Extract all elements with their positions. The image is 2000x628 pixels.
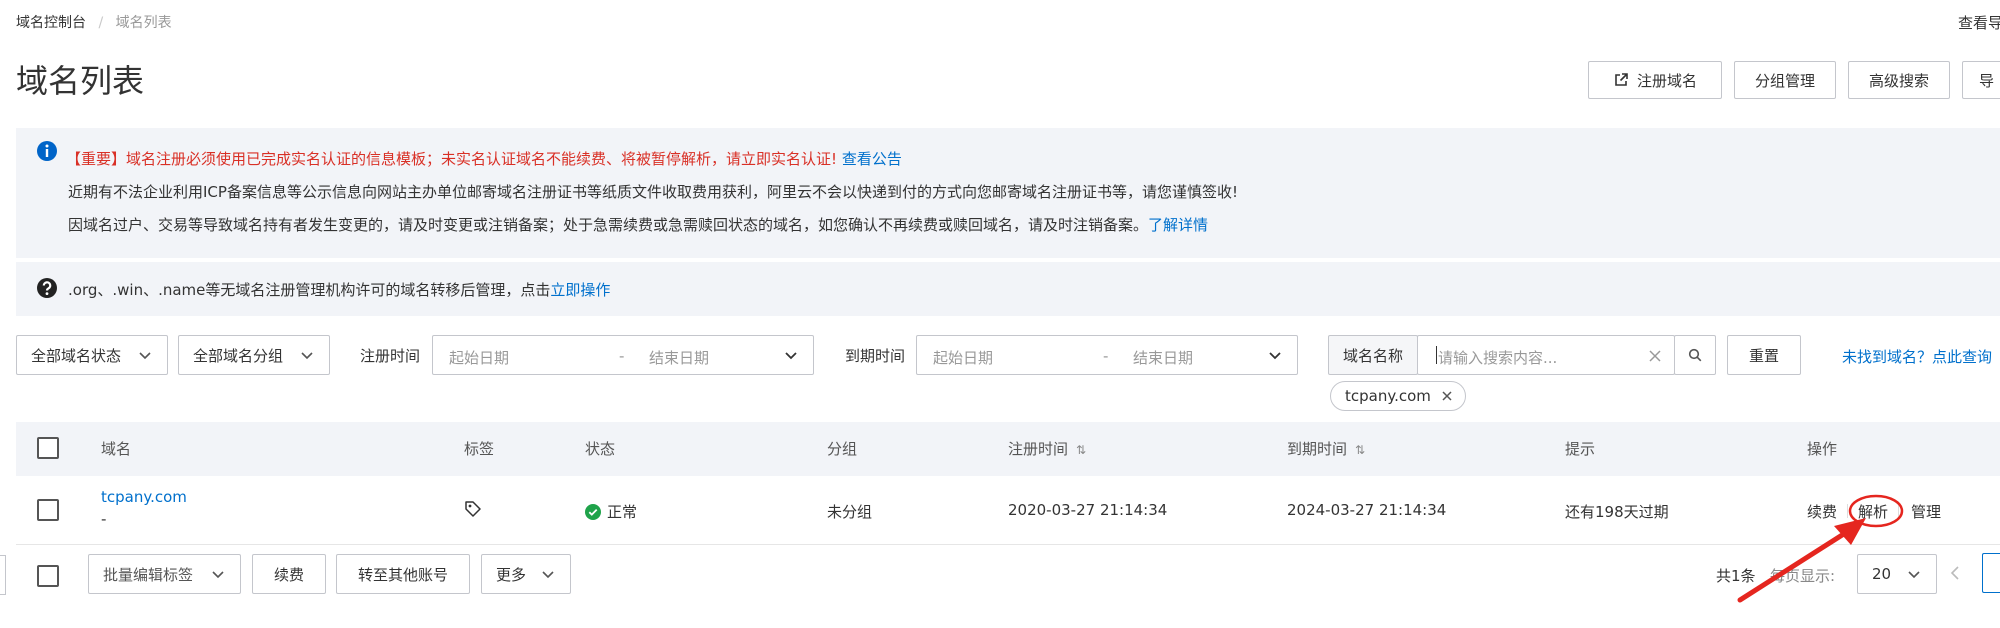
- annotation-arrow: [1737, 527, 1853, 603]
- annotation-arrowhead: [1834, 518, 1866, 545]
- annotation-overlay: [1737, 494, 1904, 603]
